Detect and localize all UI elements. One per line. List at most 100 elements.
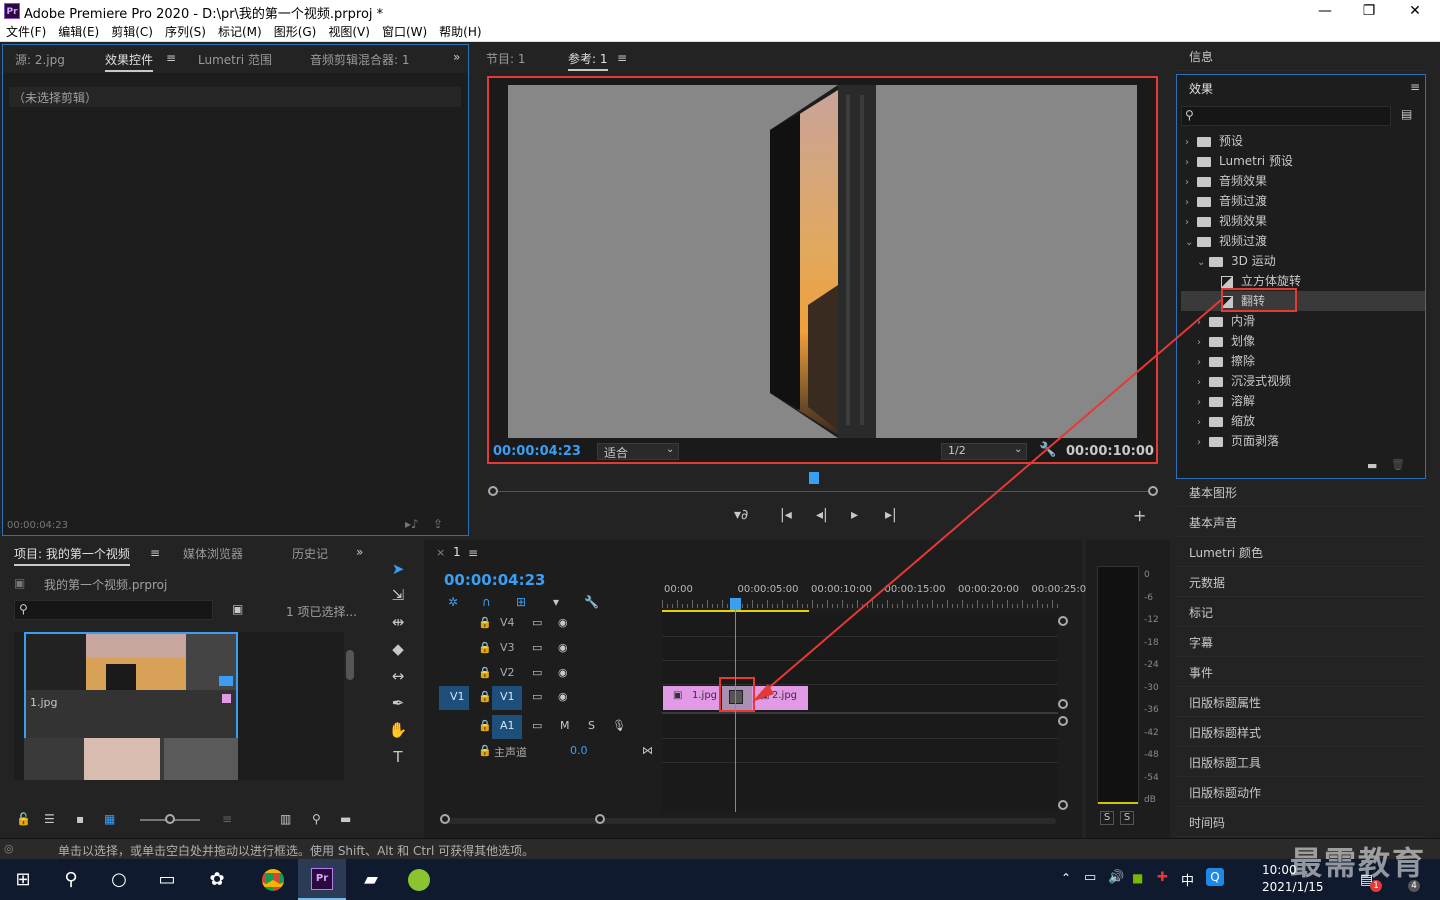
go-to-out-icon[interactable]: ▸|: [885, 507, 897, 523]
panel-timecode[interactable]: 时间码: [1176, 809, 1426, 837]
vscroll-audio-end[interactable]: [1058, 800, 1068, 810]
icon-view-icon[interactable]: ▪: [76, 812, 84, 826]
track-label[interactable]: V3: [500, 641, 515, 654]
tab-reference[interactable]: 参考: 1: [568, 50, 608, 71]
tab-lumetri-scopes[interactable]: Lumetri 范围: [198, 51, 272, 68]
chevron-right-icon[interactable]: ›: [1197, 313, 1209, 333]
panel-metadata[interactable]: 元数据: [1176, 569, 1426, 597]
program-playhead-marker[interactable]: [809, 472, 819, 484]
playhead-handle[interactable]: [730, 598, 741, 610]
new-bin-icon[interactable]: ▬: [340, 812, 351, 826]
effect-tree-item[interactable]: › 划像: [1181, 331, 1425, 351]
eye-icon[interactable]: ◉: [558, 641, 568, 654]
timeline-hscroll[interactable]: [440, 818, 1056, 824]
effect-tree-item[interactable]: › 沉浸式视频: [1181, 371, 1425, 391]
search-icon[interactable]: ⚲: [312, 812, 321, 826]
tab-audio-clip-mixer[interactable]: 音频剪辑混合器: 1: [310, 51, 410, 68]
menu-clip[interactable]: 剪辑(C): [105, 22, 159, 42]
tray-expand-icon[interactable]: ⌃: [1061, 871, 1071, 885]
effect-tree-item[interactable]: › 页面剥落: [1181, 431, 1425, 451]
solo-left-button[interactable]: S: [1100, 811, 1114, 825]
time-ruler[interactable]: 00:00 00:00:05:00 00:00:10:00 00:00:15:00 00…: [662, 580, 1093, 610]
solo-right-button[interactable]: S: [1120, 811, 1134, 825]
tab-program[interactable]: 节目: 1: [486, 50, 526, 67]
chevron-down-icon[interactable]: ⌄: [1185, 233, 1197, 253]
effects-search-input[interactable]: ⚲: [1181, 106, 1391, 126]
sync-lock-icon[interactable]: ▭: [532, 641, 542, 654]
chevron-right-icon[interactable]: ›: [1197, 373, 1209, 393]
tab-menu-icon[interactable]: ≡: [617, 51, 627, 65]
sync-lock-icon[interactable]: ▭: [532, 666, 542, 679]
selection-tool-icon[interactable]: ➤: [386, 558, 410, 580]
chevron-right-icon[interactable]: ›: [1185, 193, 1197, 213]
effect-tree-item[interactable]: › 擦除: [1181, 351, 1425, 371]
security-icon[interactable]: ✚: [1157, 870, 1168, 885]
menu-view[interactable]: 视图(V): [322, 22, 376, 42]
panel-menu-icon[interactable]: ≡: [1410, 80, 1420, 94]
chevron-right-icon[interactable]: ›: [1197, 393, 1209, 413]
chrome-icon[interactable]: [258, 865, 288, 895]
add-button-icon[interactable]: +: [1133, 506, 1146, 525]
effect-tree-item[interactable]: › 预设: [1181, 131, 1425, 151]
lock-icon[interactable]: 🔒: [478, 616, 492, 629]
search-icon[interactable]: ⚲: [56, 865, 86, 895]
snap-icon[interactable]: ∩: [482, 595, 491, 609]
task-view-icon[interactable]: ▭: [152, 865, 182, 895]
sync-lock-icon[interactable]: ▭: [532, 616, 542, 629]
minimize-button[interactable]: —: [1302, 0, 1348, 22]
menu-help[interactable]: 帮助(H): [433, 22, 487, 42]
effect-tree-item[interactable]: 立方体旋转: [1181, 271, 1425, 291]
timeline-timecode[interactable]: 00:00:04:23: [444, 571, 546, 589]
tab-menu-icon[interactable]: ≡: [166, 51, 176, 65]
eye-icon[interactable]: ◉: [558, 690, 568, 703]
timeline-clip-2[interactable]: ▣ 2.jpg: [752, 686, 808, 710]
mute-button[interactable]: M: [560, 719, 570, 732]
volume-icon[interactable]: 🔊: [1108, 870, 1124, 885]
find-icon[interactable]: ▣: [232, 602, 243, 616]
panel-legacy-title-tools[interactable]: 旧版标题工具: [1176, 749, 1426, 777]
playhead-line[interactable]: [735, 600, 736, 812]
premiere-taskbar-button[interactable]: Pr: [298, 859, 346, 900]
tab-effect-controls[interactable]: 效果控件: [105, 51, 154, 72]
delete-icon[interactable]: 🗑: [1391, 458, 1405, 471]
chevron-right-icon[interactable]: ›: [1185, 213, 1197, 233]
effect-tree-item[interactable]: › 视频效果: [1181, 211, 1425, 231]
lock-icon[interactable]: 🔓: [16, 812, 31, 826]
tab-project[interactable]: 项目: 我的第一个视频: [14, 545, 130, 566]
chevron-right-icon[interactable]: ›: [1185, 153, 1197, 173]
scrub-end-handle[interactable]: [1148, 486, 1158, 496]
tab-sequence[interactable]: 1: [453, 545, 461, 559]
menu-graphics[interactable]: 图形(G): [268, 22, 323, 42]
panel-markers[interactable]: 标记: [1176, 599, 1426, 627]
effect-tree-item[interactable]: › 溶解: [1181, 391, 1425, 411]
freeform-view-icon[interactable]: ▦: [104, 812, 115, 826]
cortana-icon[interactable]: ○: [104, 865, 134, 895]
hand-tool-icon[interactable]: ✋: [386, 719, 410, 741]
new-bin-icon[interactable]: ▤: [1401, 107, 1412, 121]
add-marker-icon[interactable]: ▾∂: [734, 507, 748, 523]
automate-icon[interactable]: ▥: [280, 812, 291, 826]
tab-source[interactable]: 源: 2.jpg: [15, 51, 65, 68]
panel-essential-sound[interactable]: 基本声音: [1176, 509, 1426, 537]
go-to-end-icon[interactable]: ⋈: [642, 744, 653, 757]
menu-window[interactable]: 窗口(W): [376, 22, 433, 42]
nvidia-icon[interactable]: ■: [1132, 871, 1143, 885]
tab-history[interactable]: 历史记: [292, 545, 328, 562]
lock-icon[interactable]: 🔒: [478, 744, 492, 757]
filter-audio-icon[interactable]: ▸♪: [405, 517, 419, 531]
add-marker-icon[interactable]: ▾: [553, 595, 559, 609]
menu-marker[interactable]: 标记(M): [212, 22, 268, 42]
pen-tool-icon[interactable]: ✒: [386, 692, 410, 714]
chevron-down-icon[interactable]: ⌄: [1197, 253, 1209, 273]
effect-tree-item[interactable]: ⌄ 视频过渡: [1181, 231, 1425, 251]
slip-tool-icon[interactable]: ↔: [386, 665, 410, 687]
solo-button[interactable]: S: [588, 719, 595, 732]
windows-start-icon[interactable]: ⊞: [8, 865, 38, 895]
panel-info[interactable]: 信息: [1176, 43, 1426, 71]
bin-scrollbar[interactable]: [346, 650, 354, 680]
chevron-right-icon[interactable]: ›: [1185, 133, 1197, 153]
effect-tree-item[interactable]: › 音频过渡: [1181, 191, 1425, 211]
track-label[interactable]: V4: [500, 616, 515, 629]
sort-icon[interactable]: ≡: [222, 812, 232, 826]
microphone-icon[interactable]: 🎙: [612, 719, 626, 732]
